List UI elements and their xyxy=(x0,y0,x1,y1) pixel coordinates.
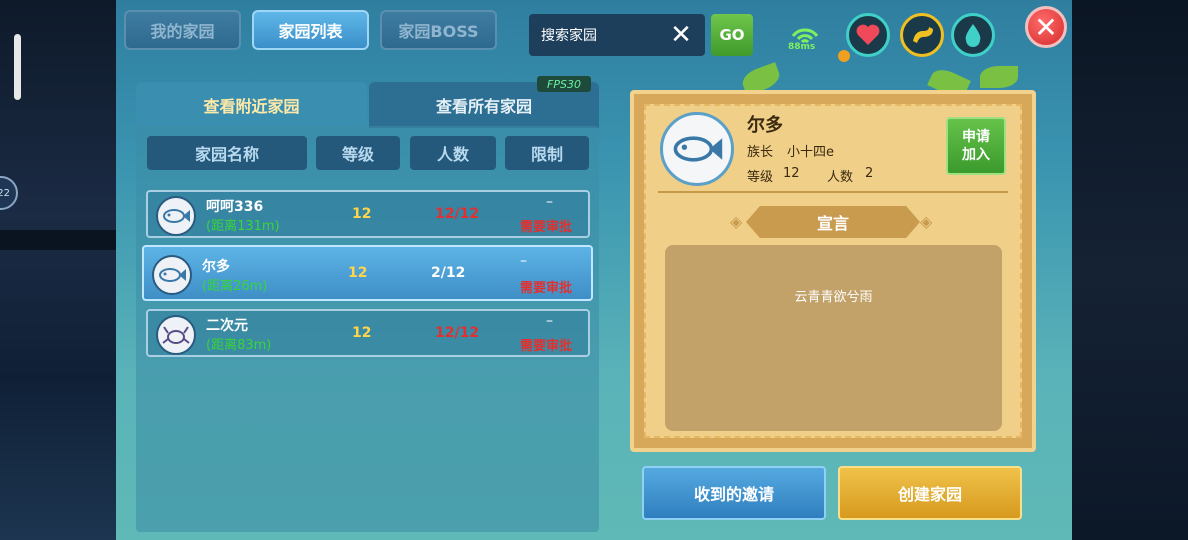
detail-name: 尔多 xyxy=(747,115,783,136)
fish-icon xyxy=(163,209,190,223)
homestead-level: 12 xyxy=(352,206,372,222)
create-homestead-button[interactable]: 创建家园 xyxy=(838,466,1022,520)
detail-divider xyxy=(658,191,1008,193)
stamina-gauge[interactable] xyxy=(900,13,944,57)
tab-my-homestead[interactable]: 我的家园 xyxy=(124,10,241,50)
homestead-limit: 需要审批 xyxy=(520,281,573,296)
declaration-text: 云青青欲兮雨 xyxy=(794,290,873,305)
water-gauge[interactable] xyxy=(951,13,995,57)
fps-readout: FPS30 xyxy=(537,76,591,92)
detail-leader-label: 族长 xyxy=(747,145,774,160)
column-header-level: 等级 xyxy=(316,136,400,170)
homestead-members: 12/12 xyxy=(435,206,480,222)
tab-nearby-homesteads[interactable]: 查看附近家园 xyxy=(136,82,367,128)
homestead-level: 12 xyxy=(348,265,368,281)
banner-ornament-right: ◈ xyxy=(920,212,933,231)
homestead-members: 2/12 xyxy=(431,265,466,281)
homestead-emblem xyxy=(152,255,192,295)
tab-homestead-list[interactable]: 家园列表 xyxy=(252,10,369,50)
limit-dash: – xyxy=(520,253,527,269)
detail-members-label: 人数 xyxy=(827,170,854,185)
received-invites-button[interactable]: 收到的邀请 xyxy=(642,466,826,520)
column-header-members: 人数 xyxy=(410,136,496,170)
homestead-distance: (距离26m) xyxy=(202,279,268,294)
banner-ornament-left: ◈ xyxy=(730,212,743,231)
fish-icon xyxy=(673,136,723,162)
side-badge[interactable]: 22 xyxy=(0,176,18,210)
homestead-level: 12 xyxy=(352,325,372,341)
ping-readout: 88ms xyxy=(788,42,816,52)
apply-join-button[interactable]: 申请 加入 xyxy=(946,117,1006,175)
homestead-members: 12/12 xyxy=(435,325,480,341)
detail-leader: 小十四e xyxy=(787,145,834,160)
heart-icon xyxy=(856,24,880,45)
homestead-limit: 需要审批 xyxy=(520,220,573,235)
homestead-limit: 需要审批 xyxy=(520,339,573,354)
limit-dash: – xyxy=(546,194,553,210)
arm-icon xyxy=(913,27,933,43)
clear-search-icon[interactable]: ✕ xyxy=(668,22,694,48)
leaf-decoration xyxy=(980,66,1018,88)
detail-level-label: 等级 xyxy=(747,170,774,185)
homestead-emblem xyxy=(156,196,196,236)
water-drop-icon xyxy=(965,24,981,47)
table-row-selected[interactable]: 尔多 (距离26m) 12 2/12 – 需要审批 xyxy=(142,245,593,301)
table-row[interactable]: 呵呵336 (距离131m) 12 12/12 – 需要审批 xyxy=(146,190,590,238)
crab-icon xyxy=(162,326,190,344)
close-button[interactable]: ✕ xyxy=(1025,6,1067,48)
close-icon: ✕ xyxy=(1034,10,1058,44)
game-scene-right xyxy=(1072,0,1188,540)
homestead-name: 尔多 xyxy=(202,259,230,275)
homestead-distance: (距离131m) xyxy=(206,219,280,234)
column-header-limit: 限制 xyxy=(505,136,589,170)
game-scene-left: 22 xyxy=(0,0,116,540)
column-header-name: 家园名称 xyxy=(147,136,307,170)
homestead-distance: (距离83m) xyxy=(206,338,272,353)
fish-icon xyxy=(159,268,186,282)
table-row[interactable]: 二次元 (距离83m) 12 12/12 – 需要审批 xyxy=(146,309,590,357)
shield-badge-icon xyxy=(838,50,850,62)
health-gauge[interactable] xyxy=(846,13,890,57)
detail-emblem xyxy=(660,112,734,186)
homestead-emblem xyxy=(156,315,196,355)
homestead-name: 二次元 xyxy=(206,318,248,334)
declaration-banner: 宣言 xyxy=(746,206,920,238)
tab-homestead-boss[interactable]: 家园BOSS xyxy=(380,10,497,50)
side-drawer-handle[interactable] xyxy=(14,34,21,100)
homestead-name: 呵呵336 xyxy=(206,199,264,215)
limit-dash: – xyxy=(546,313,553,329)
detail-level: 12 xyxy=(783,166,800,181)
detail-members: 2 xyxy=(865,166,874,181)
go-button[interactable]: GO xyxy=(711,14,753,56)
declaration-box xyxy=(665,245,1002,431)
